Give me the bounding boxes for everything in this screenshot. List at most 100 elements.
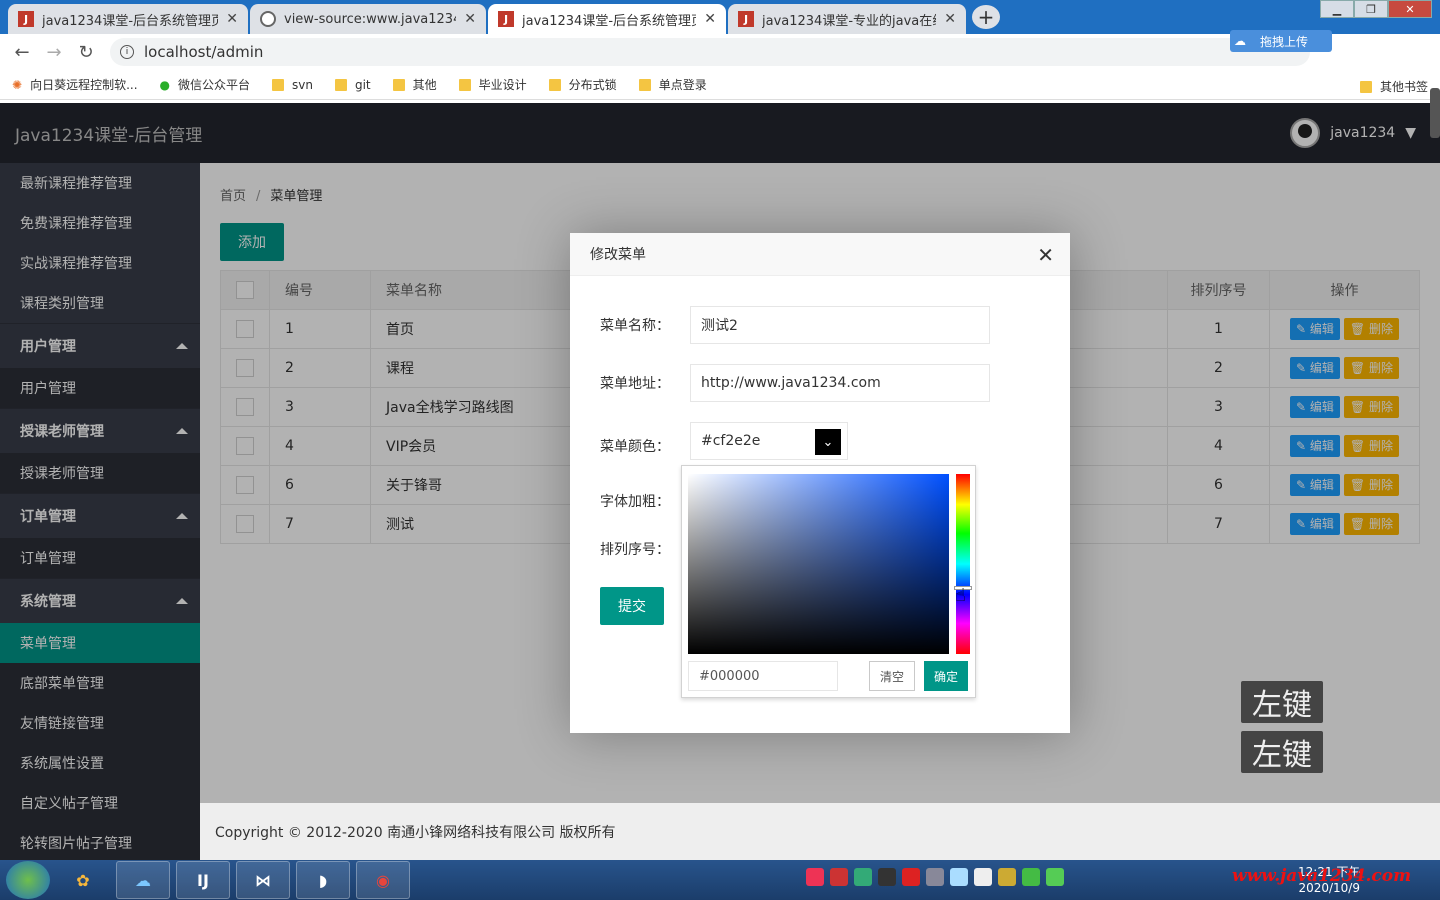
tray-icon[interactable]	[926, 868, 944, 886]
tray-icon[interactable]	[1022, 868, 1040, 886]
field-label: 菜单地址：	[600, 376, 670, 392]
address-bar-row: ← → ↻ i localhost/admin ☆ ● ◉ ⋮	[0, 34, 1440, 95]
confirm-color-button[interactable]: 确定	[924, 661, 968, 691]
saturation-value-area[interactable]	[688, 474, 949, 654]
window-close-icon[interactable]: ✕	[1388, 0, 1432, 18]
tab-title: java1234课堂-专业的java在线教	[762, 13, 936, 29]
info-icon[interactable]: i	[120, 45, 134, 59]
form-row-color: 菜单颜色： #cf2e2e ⌄	[600, 422, 848, 460]
bookmark-label: 单点登录	[658, 78, 707, 92]
tray-icon[interactable]	[902, 868, 920, 886]
windows-taskbar: ✿ ☁ IJ ⋈ ◗ ◉ 12:21 下午 2020/10/9	[0, 860, 1440, 900]
hue-slider[interactable]	[956, 474, 970, 654]
bookmark-item[interactable]: ● 微信公众平台	[160, 76, 251, 93]
bookmark-folder[interactable]: 毕业设计	[458, 76, 527, 93]
clear-color-button[interactable]: 清空	[869, 661, 915, 691]
browser-tab-active[interactable]: J java1234课堂-后台系统管理页面 ✕	[488, 4, 726, 34]
folder-icon	[1359, 80, 1372, 93]
bookmark-folder[interactable]: git	[334, 78, 371, 92]
key-hint-overlay: 左键	[1241, 681, 1323, 723]
taskbar-app-icon[interactable]: IJ	[176, 861, 230, 899]
start-button[interactable]	[6, 861, 50, 899]
sunflower-icon: ✺	[12, 77, 23, 92]
tray-icon[interactable]	[830, 868, 848, 886]
bookmark-label: 其他	[412, 78, 437, 92]
other-bookmarks[interactable]: 其他书签	[1359, 78, 1428, 95]
java1234-favicon-icon: J	[18, 11, 34, 27]
close-tab-icon[interactable]: ✕	[944, 11, 956, 27]
upload-label: 拖拽上传	[1260, 34, 1309, 49]
bookmark-folder[interactable]: 单点登录	[638, 76, 707, 93]
form-row-bold: 字体加粗：	[600, 491, 690, 511]
tray-icon[interactable]	[1046, 868, 1064, 886]
bookmarks-bar: ✺ 向日葵远程控制软... ● 微信公众平台 svn git 其他 毕业设计 分布式…	[0, 70, 1440, 100]
url-bar[interactable]: i localhost/admin	[110, 38, 1310, 66]
back-arrow-icon[interactable]: ←	[6, 42, 38, 63]
bookmark-label: 其他书签	[1379, 80, 1428, 94]
form-row-order: 排列序号：	[600, 539, 690, 559]
field-label: 菜单颜色：	[600, 439, 670, 455]
taskbar-app-icon[interactable]: ◗	[296, 861, 350, 899]
close-icon[interactable]: ✕	[1037, 243, 1054, 267]
system-tray	[806, 868, 1064, 886]
bookmark-folder[interactable]: 分布式锁	[548, 76, 617, 93]
wechat-icon: ●	[159, 77, 170, 92]
tray-icon[interactable]	[998, 868, 1016, 886]
footer: Copyright © 2012-2020 南通小锋网络科技有限公司 版权所有	[200, 803, 1440, 860]
window-controls: ▁ ❐ ✕	[1320, 0, 1432, 18]
close-tab-icon[interactable]: ✕	[464, 11, 476, 27]
taskbar-app-icon[interactable]: ◉	[356, 861, 410, 899]
cloud-icon: ☁	[1234, 34, 1246, 48]
page-scrollbar[interactable]	[1430, 88, 1440, 138]
tab-title: java1234课堂-后台系统管理页面	[42, 13, 219, 29]
input-value: #000000	[699, 668, 760, 684]
hand-cursor-icon: ☝	[955, 585, 966, 606]
bracket-app-icon: ⋈	[255, 870, 271, 890]
menu-color-input[interactable]: #cf2e2e ⌄	[690, 422, 848, 460]
url-text: localhost/admin	[144, 43, 264, 61]
key-hint-overlay: 左键	[1241, 731, 1323, 773]
bookmark-label: 向日葵远程控制软...	[30, 78, 138, 92]
tray-icon[interactable]	[974, 868, 992, 886]
upload-widget[interactable]: ☁ 拖拽上传	[1230, 30, 1332, 52]
submit-button[interactable]: 提交	[600, 587, 664, 625]
tray-icon[interactable]	[950, 868, 968, 886]
tab-title: java1234课堂-后台系统管理页面	[522, 13, 696, 29]
java1234-favicon-icon: J	[738, 11, 754, 27]
reload-icon[interactable]: ↻	[70, 42, 102, 63]
color-hex-input[interactable]: #000000	[688, 661, 838, 691]
intellij-icon: IJ	[197, 870, 209, 890]
menu-url-input[interactable]: http://www.java1234.com	[690, 364, 990, 402]
browser-tab[interactable]: view-source:www.java1234.vip ✕	[250, 4, 486, 34]
color-swatch-dropdown[interactable]: ⌄	[815, 429, 841, 455]
taskbar-app-icon[interactable]: ☁	[116, 861, 170, 899]
tray-icon[interactable]	[854, 868, 872, 886]
taskbar-app-icon[interactable]: ✿	[56, 861, 110, 899]
bookmark-item[interactable]: ✺ 向日葵远程控制软...	[12, 76, 138, 93]
chevron-down-icon: ⌄	[822, 434, 834, 450]
close-tab-icon[interactable]: ✕	[704, 11, 716, 27]
menu-name-input[interactable]: 测试2	[690, 306, 990, 344]
cloud-app-icon: ☁	[135, 870, 151, 890]
forward-arrow-icon[interactable]: →	[38, 42, 70, 63]
copyright-text: Copyright © 2012-2020 南通小锋网络科技有限公司 版权所有	[215, 824, 616, 841]
close-tab-icon[interactable]: ✕	[226, 11, 238, 27]
bookmark-label: 分布式锁	[568, 78, 617, 92]
folder-icon	[548, 78, 561, 91]
browser-tab[interactable]: J java1234课堂-后台系统管理页面 ✕	[8, 4, 248, 34]
bookmark-folder[interactable]: svn	[272, 78, 313, 92]
tray-icon[interactable]	[878, 868, 896, 886]
bookmark-folder[interactable]: 其他	[392, 76, 437, 93]
watermark: www.java1234.com	[1232, 866, 1412, 886]
minimize-icon[interactable]: ▁	[1320, 0, 1354, 18]
browser-tab[interactable]: J java1234课堂-专业的java在线教 ✕	[728, 4, 966, 34]
java1234-favicon-icon: J	[498, 11, 514, 27]
folder-icon	[638, 78, 651, 91]
bookmark-label: 微信公众平台	[178, 78, 251, 92]
tray-icon[interactable]	[806, 868, 824, 886]
form-row-url: 菜单地址： http://www.java1234.com	[600, 364, 990, 402]
maximize-icon[interactable]: ❐	[1354, 0, 1388, 18]
input-value: #cf2e2e	[701, 433, 761, 449]
new-tab-button[interactable]: +	[972, 5, 1000, 29]
taskbar-app-icon[interactable]: ⋈	[236, 861, 290, 899]
